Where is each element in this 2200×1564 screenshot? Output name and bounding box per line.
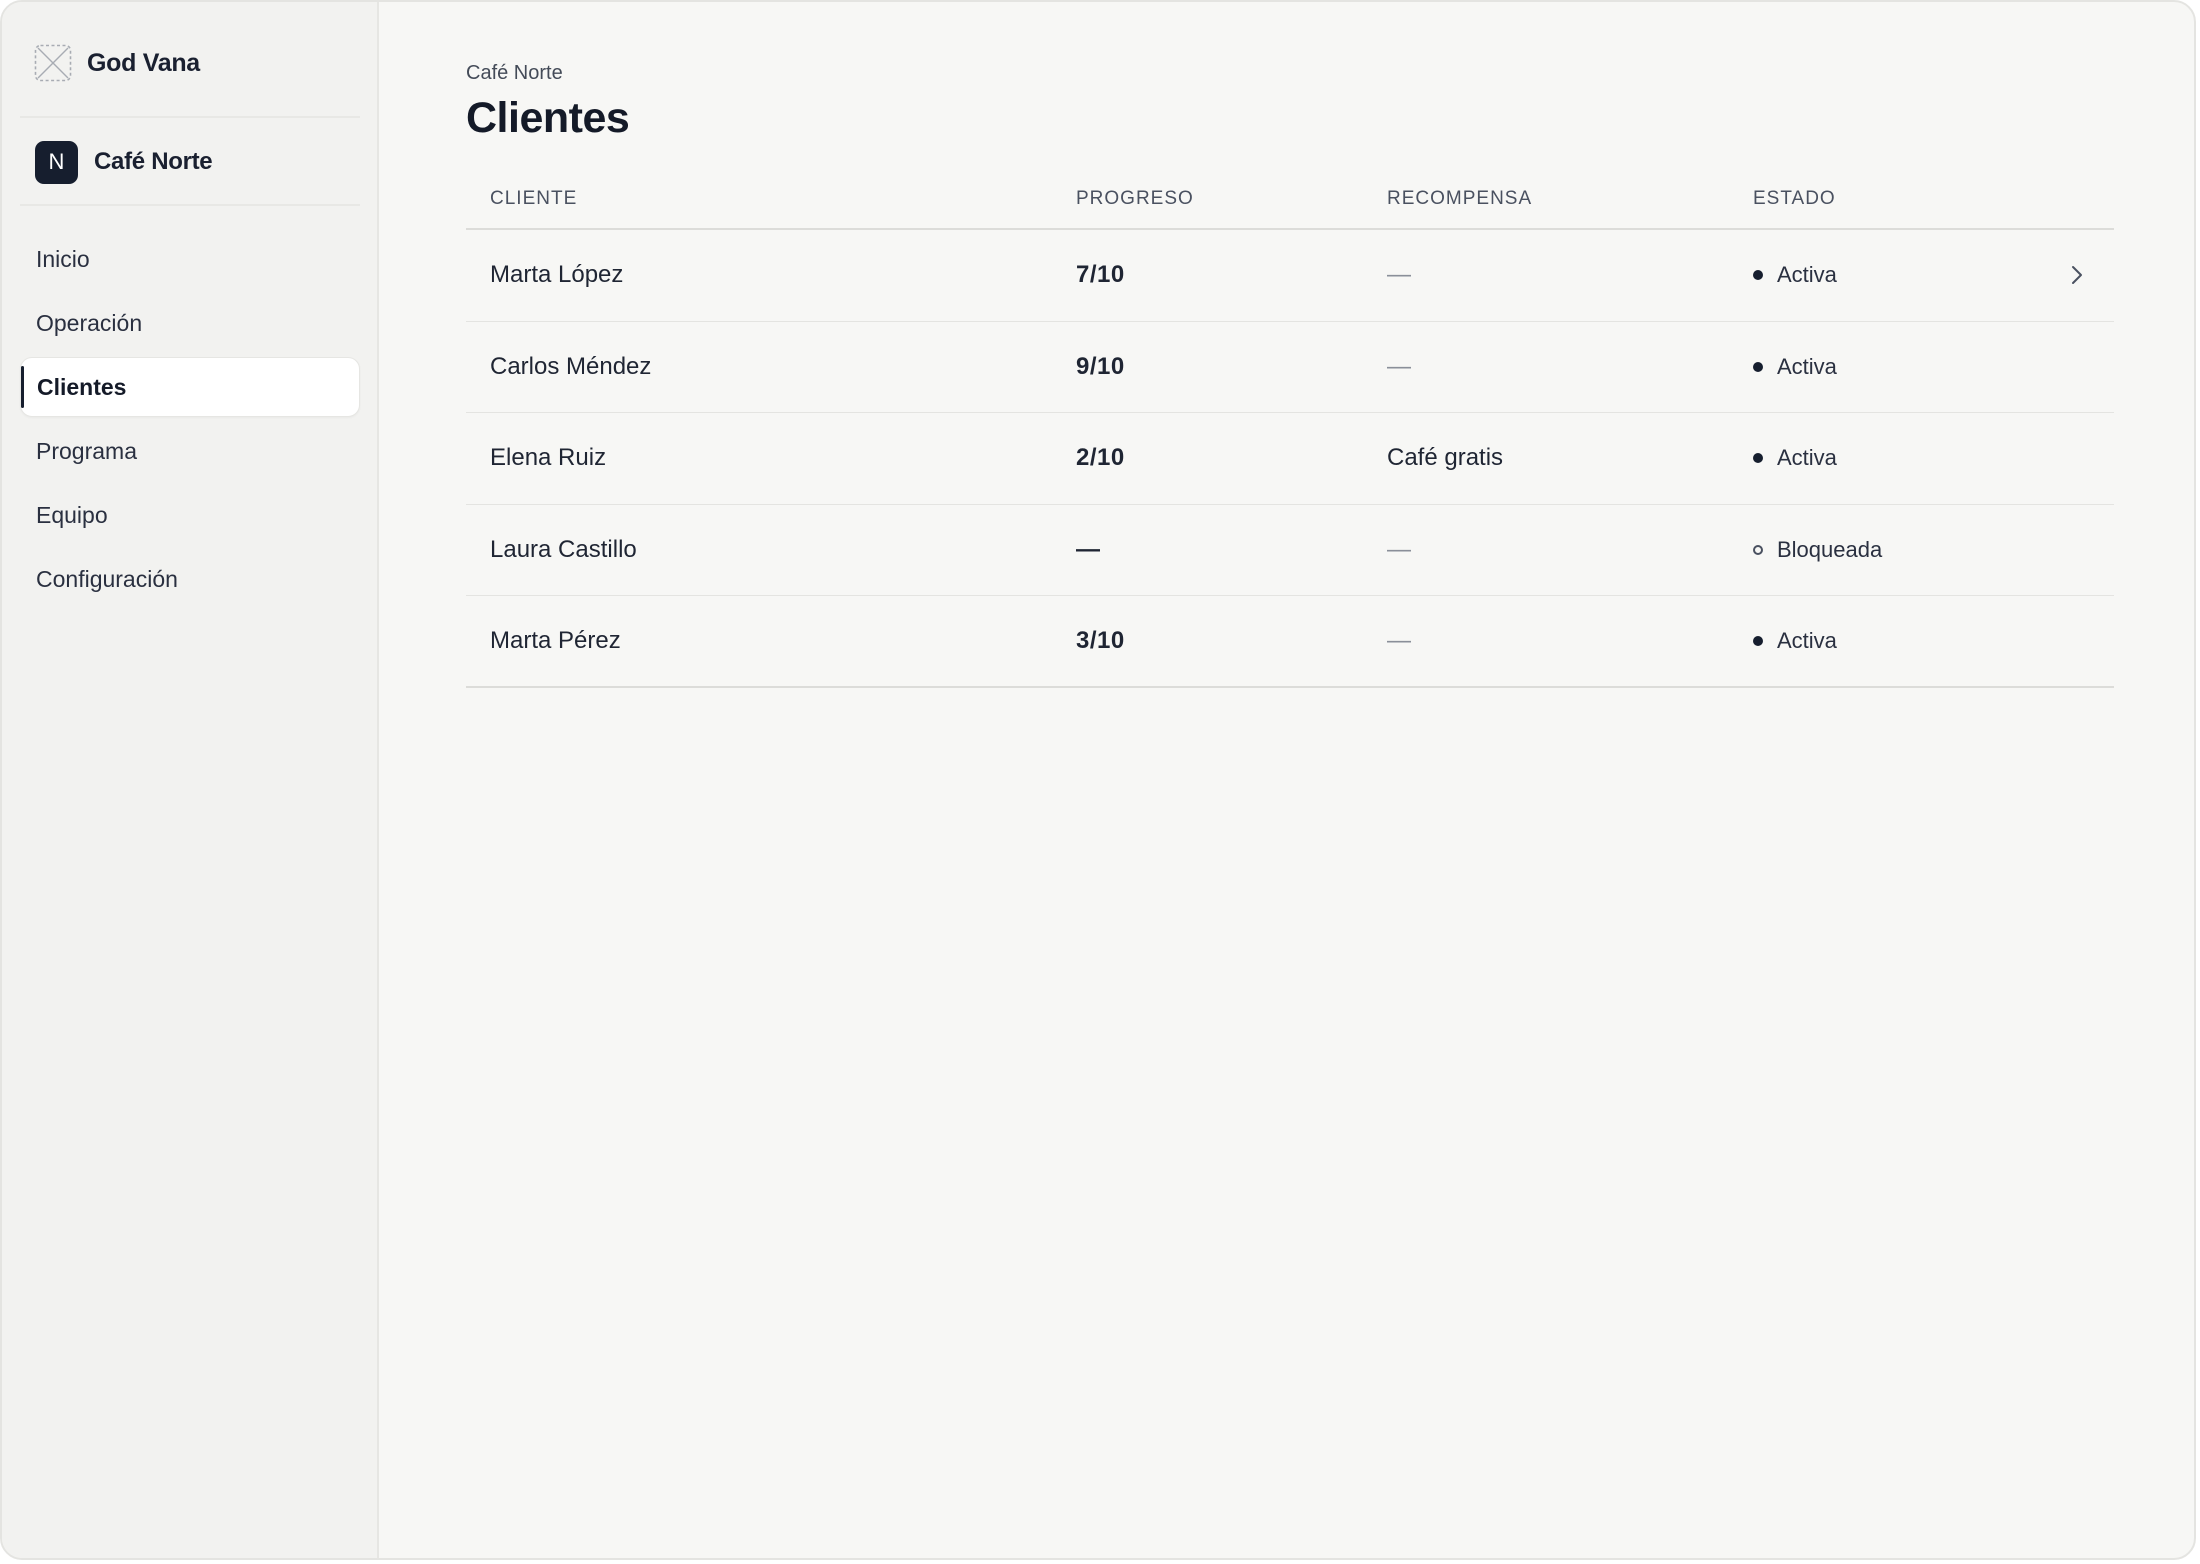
sidebar-item-operacion[interactable]: Operación [20, 293, 360, 353]
page-title: Clientes [466, 94, 630, 142]
sidebar-item-programa[interactable]: Programa [20, 421, 360, 481]
sidebar-item-configuracion[interactable]: Configuración [20, 549, 360, 609]
chevron-right-icon[interactable] [2070, 230, 2084, 321]
client-reward: — [1387, 535, 1411, 563]
sidebar-item-label: Clientes [37, 373, 127, 400]
client-progress: — [1076, 535, 1101, 563]
image-placeholder-icon [34, 44, 72, 82]
sidebar-item-label: Configuración [36, 565, 178, 592]
client-name: Laura Castillo [490, 535, 637, 563]
sidebar-divider [20, 116, 360, 118]
status-badge: Activa [1753, 230, 1837, 321]
table-row[interactable]: Marta López 7/10 — Activa [466, 230, 2114, 322]
client-progress: 7/10 [1076, 261, 1125, 289]
sidebar-divider [20, 204, 360, 206]
status-label: Activa [1777, 353, 1837, 379]
client-name: Elena Ruiz [490, 444, 607, 472]
org-avatar: N [35, 140, 78, 184]
status-label: Activa [1777, 262, 1837, 288]
sidebar: God Vana N Café Norte Inicio Operación Cli… [2, 2, 379, 1558]
client-name: Marta López [490, 261, 624, 289]
filled-dot-icon [1753, 270, 1763, 281]
client-progress: 9/10 [1076, 352, 1125, 380]
client-progress: 3/10 [1076, 626, 1125, 654]
organization-switcher[interactable]: N Café Norte [35, 140, 213, 184]
column-header-progreso[interactable]: PROGRESO [1076, 188, 1194, 210]
table-row[interactable]: Laura Castillo — — Bloqueada [466, 505, 2114, 596]
status-badge: Activa [1753, 322, 1837, 413]
client-reward: — [1387, 626, 1411, 654]
client-progress: 2/10 [1076, 444, 1125, 472]
app-window: God Vana N Café Norte Inicio Operación Cli… [0, 0, 2196, 1560]
table-row[interactable]: Carlos Méndez 9/10 — Activa [466, 322, 2114, 413]
client-reward: — [1387, 352, 1411, 380]
filled-dot-icon [1753, 453, 1763, 464]
sidebar-nav: Inicio Operación Clientes Programa Equipo Con… [20, 229, 360, 613]
sidebar-item-label: Equipo [36, 501, 108, 528]
sidebar-item-inicio[interactable]: Inicio [20, 229, 360, 289]
client-reward: — [1387, 261, 1411, 289]
client-name: Carlos Méndez [490, 352, 652, 380]
org-name: Café Norte [94, 148, 213, 175]
status-badge: Activa [1753, 596, 1837, 686]
filled-dot-icon [1753, 361, 1763, 372]
status-badge: Activa [1753, 413, 1837, 504]
sidebar-item-clientes[interactable]: Clientes [20, 357, 360, 417]
status-badge: Bloqueada [1753, 505, 1882, 596]
table-header: CLIENTE PROGRESO RECOMPENSA ESTADO [466, 180, 2114, 230]
sidebar-item-label: Inicio [36, 245, 90, 272]
brand[interactable]: God Vana [34, 41, 200, 85]
table-row[interactable]: Marta Pérez 3/10 — Activa [466, 596, 2114, 688]
client-name: Marta Pérez [490, 626, 621, 654]
sidebar-item-label: Operación [36, 309, 143, 336]
sidebar-item-equipo[interactable]: Equipo [20, 485, 360, 545]
breadcrumb[interactable]: Café Norte [466, 62, 563, 85]
app-name: God Vana [87, 48, 200, 77]
main-content: Café Norte Clientes CLIENTE PROGRESO REC… [466, 2, 2194, 1558]
status-label: Bloqueada [1777, 536, 1883, 562]
table-row[interactable]: Elena Ruiz 2/10 Café gratis Activa [466, 413, 2114, 505]
column-header-recompensa[interactable]: RECOMPENSA [1387, 188, 1532, 210]
column-header-cliente[interactable]: CLIENTE [490, 188, 577, 210]
column-header-estado[interactable]: ESTADO [1753, 188, 1836, 210]
client-reward: Café gratis [1387, 444, 1504, 472]
clients-table: CLIENTE PROGRESO RECOMPENSA ESTADO Marta… [466, 180, 2114, 688]
sidebar-item-label: Programa [36, 437, 137, 464]
hollow-dot-icon [1753, 544, 1763, 555]
status-label: Activa [1777, 445, 1837, 471]
status-label: Activa [1777, 627, 1837, 653]
table-body: Marta López 7/10 — Activa Carlos Méndez 9/10 —… [466, 230, 2114, 688]
filled-dot-icon [1753, 635, 1763, 646]
